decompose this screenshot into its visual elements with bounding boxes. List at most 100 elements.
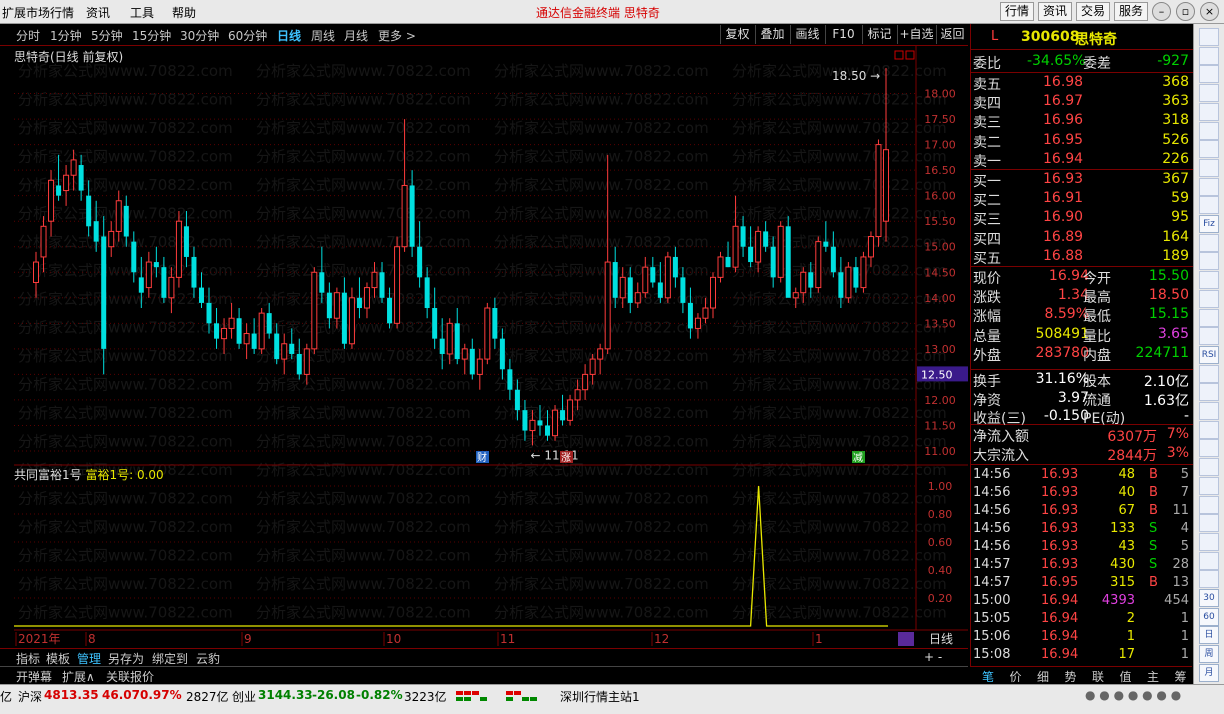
side-tool-button[interactable]: 日 (1199, 626, 1219, 645)
tab-template[interactable]: 模板 (46, 650, 70, 667)
side-tool-button[interactable] (1199, 327, 1219, 346)
overlay-button[interactable]: 叠加 (755, 25, 789, 44)
side-tool-button[interactable] (1199, 233, 1219, 252)
side-tool-button[interactable]: 月 (1199, 663, 1219, 682)
tab-extend[interactable]: 扩展∧ (62, 668, 95, 685)
side-tool-button[interactable] (1199, 439, 1219, 458)
index2-name[interactable]: 创业 (232, 688, 256, 705)
period-60min[interactable]: 60分钟 (228, 27, 267, 44)
side-tool-button[interactable] (1199, 458, 1219, 477)
menu-extended-market[interactable]: 扩展市场行情 (2, 4, 74, 21)
ask-row[interactable]: 卖四 16.97 363 (971, 92, 1193, 112)
tick-tab[interactable]: 笔 (982, 668, 994, 685)
side-tool-button[interactable] (1199, 28, 1219, 46)
capital-flow-row[interactable]: 净流入额 6307万 7% (971, 425, 1193, 445)
bid-row[interactable]: 买三 16.90 95 (971, 208, 1193, 228)
mark-button[interactable]: 标记 (862, 25, 896, 44)
tick-tab[interactable]: 主 (1147, 668, 1159, 685)
tick-tab[interactable]: 细 (1037, 668, 1049, 685)
bid-row[interactable]: 买一 16.93 367 (971, 170, 1193, 190)
menu-tools[interactable]: 工具 (130, 4, 154, 21)
bid-row[interactable]: 买五 16.88 189 (971, 247, 1193, 267)
side-tool-button[interactable] (1199, 495, 1219, 514)
side-tool-button[interactable] (1199, 140, 1219, 159)
draw-line-button[interactable]: 画线 (790, 25, 824, 44)
tab-save-as[interactable]: 另存为 (108, 650, 144, 667)
side-tool-button[interactable] (1199, 420, 1219, 439)
tab-manage[interactable]: 管理 (77, 650, 101, 667)
index1-name[interactable]: 沪深 (18, 688, 42, 705)
period-5min[interactable]: 5分钟 (91, 27, 123, 44)
service-button[interactable]: 服务 (1114, 2, 1148, 21)
tab-bind-to[interactable]: 绑定到 (152, 650, 188, 667)
side-tool-button[interactable]: 30 (1199, 589, 1219, 607)
tab-cloud[interactable]: 云豹 (196, 650, 220, 667)
period-monthly[interactable]: 月线 (344, 27, 368, 44)
kline-chart[interactable]: 分析家公式网www.70822.com 分析家公式网www.70822.com 分析… (0, 46, 968, 650)
side-tool-button[interactable] (1199, 289, 1219, 308)
f10-button[interactable]: F10 (825, 25, 861, 44)
side-tool-button[interactable] (1199, 551, 1219, 570)
period-weekly[interactable]: 周线 (311, 27, 335, 44)
tab-danmaku[interactable]: 开弹幕 (16, 668, 52, 685)
bid-row[interactable]: 买四 16.89 164 (971, 228, 1193, 248)
marker-square-icon[interactable] (894, 50, 904, 60)
side-tool-button[interactable] (1199, 196, 1219, 215)
zoom-plus-minus[interactable]: + - (924, 650, 942, 664)
adjust-button[interactable]: 复权 (720, 25, 754, 44)
side-tool-button[interactable] (1199, 570, 1219, 589)
server-name[interactable]: 深圳行情主站1 (560, 688, 640, 705)
bid-row[interactable]: 买二 16.91 59 (971, 189, 1193, 209)
period-30min[interactable]: 30分钟 (180, 27, 219, 44)
side-tool-button[interactable] (1199, 402, 1219, 420)
side-tool-button[interactable] (1199, 364, 1219, 383)
ask-row[interactable]: 卖一 16.94 226 (971, 150, 1193, 170)
side-tool-button[interactable] (1199, 514, 1219, 533)
side-tool-button[interactable] (1199, 177, 1219, 196)
tick-tab[interactable]: 价 (1010, 668, 1022, 685)
tray-icons[interactable]: ● ● ● ● ● ● ● (1085, 688, 1181, 702)
side-tool-button[interactable] (1199, 532, 1219, 551)
side-tool-button[interactable] (1199, 121, 1219, 140)
period-daily[interactable]: 日线 (277, 27, 301, 44)
side-tool-button[interactable] (1199, 252, 1219, 271)
ask-row[interactable]: 卖五 16.98 368 (971, 73, 1193, 93)
add-watchlist-button[interactable]: +自选 (897, 25, 935, 44)
side-tool-button[interactable] (1199, 46, 1219, 65)
tick-tab[interactable]: 联 (1092, 668, 1104, 685)
tick-tab[interactable]: 筹 (1175, 668, 1187, 685)
side-tool-button[interactable] (1199, 102, 1219, 121)
quote-button[interactable]: 行情 (1000, 2, 1034, 21)
minimize-icon[interactable]: – (1152, 2, 1171, 21)
ask-row[interactable]: 卖三 16.96 318 (971, 111, 1193, 131)
close-icon[interactable]: × (1200, 2, 1219, 21)
restore-icon[interactable]: ▫ (1176, 2, 1195, 21)
period-15min[interactable]: 15分钟 (132, 27, 171, 44)
tick-tab[interactable]: 势 (1065, 668, 1077, 685)
tab-related-quote[interactable]: 关联报价 (106, 668, 154, 685)
tab-indicator[interactable]: 指标 (16, 650, 40, 667)
marker-square-icon[interactable] (905, 50, 915, 60)
side-tool-button[interactable]: RSI (1199, 345, 1219, 364)
period-intraday[interactable]: 分时 (16, 27, 40, 44)
side-tool-button[interactable] (1199, 383, 1219, 402)
side-tool-button[interactable] (1199, 65, 1219, 84)
menu-help[interactable]: 帮助 (172, 4, 196, 21)
side-tool-button[interactable] (1199, 158, 1219, 177)
side-tool-button[interactable]: 周 (1199, 645, 1219, 664)
back-button[interactable]: 返回 (936, 25, 968, 44)
side-tool-button[interactable] (1199, 308, 1219, 327)
side-tool-button[interactable] (1199, 271, 1219, 290)
ask-row[interactable]: 卖二 16.95 526 (971, 131, 1193, 151)
side-tool-button[interactable] (1199, 476, 1219, 495)
menu-news[interactable]: 资讯 (86, 4, 110, 21)
scroll-end-icon[interactable] (898, 632, 914, 646)
news-button[interactable]: 资讯 (1038, 2, 1072, 21)
trade-button[interactable]: 交易 (1076, 2, 1110, 21)
side-tool-button[interactable]: 60 (1199, 607, 1219, 626)
tick-tab[interactable]: 值 (1120, 668, 1132, 685)
period-more[interactable]: 更多 > (378, 27, 416, 44)
capital-flow-row[interactable]: 大宗流入 2844万 3% (971, 444, 1193, 464)
period-1min[interactable]: 1分钟 (50, 27, 82, 44)
side-tool-button[interactable] (1199, 84, 1219, 103)
